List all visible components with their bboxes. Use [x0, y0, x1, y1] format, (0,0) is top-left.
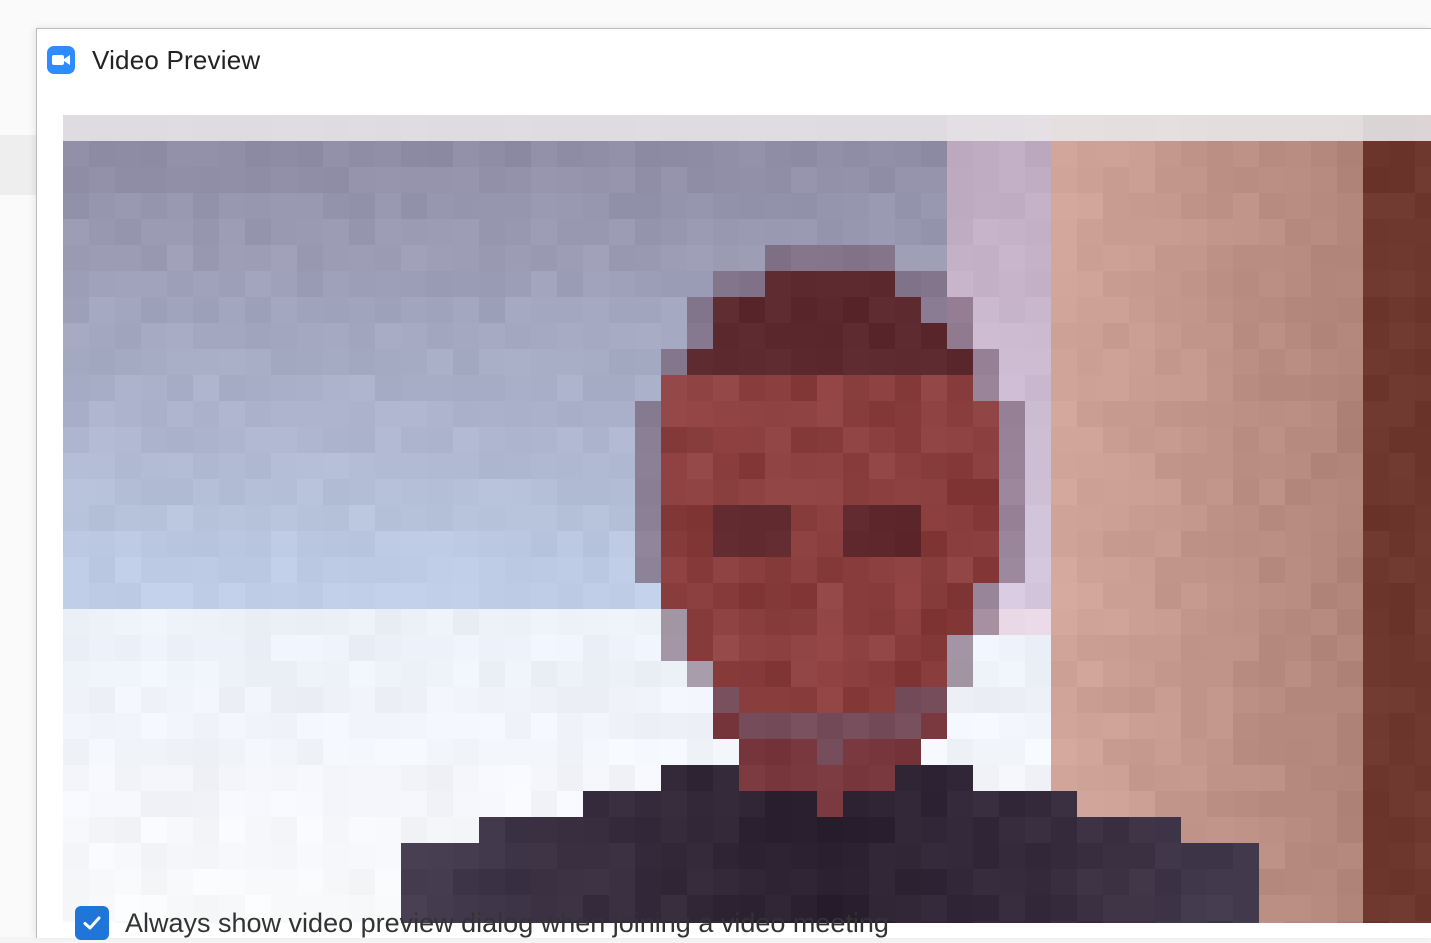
always-show-preview-label: Always show video preview dialog when jo…	[125, 908, 889, 939]
zoom-camera-icon	[47, 46, 75, 74]
video-preview-frame	[63, 115, 1431, 923]
checkmark-icon	[80, 911, 104, 935]
title-bar[interactable]: Video Preview	[37, 29, 1431, 91]
always-show-preview-checkbox[interactable]	[75, 906, 109, 940]
always-show-preview-option[interactable]: Always show video preview dialog when jo…	[75, 903, 889, 943]
video-preview-dialog: Video Preview Always show video preview …	[36, 28, 1431, 938]
webcam-video-feed	[63, 115, 1431, 923]
window-title: Video Preview	[92, 45, 260, 76]
